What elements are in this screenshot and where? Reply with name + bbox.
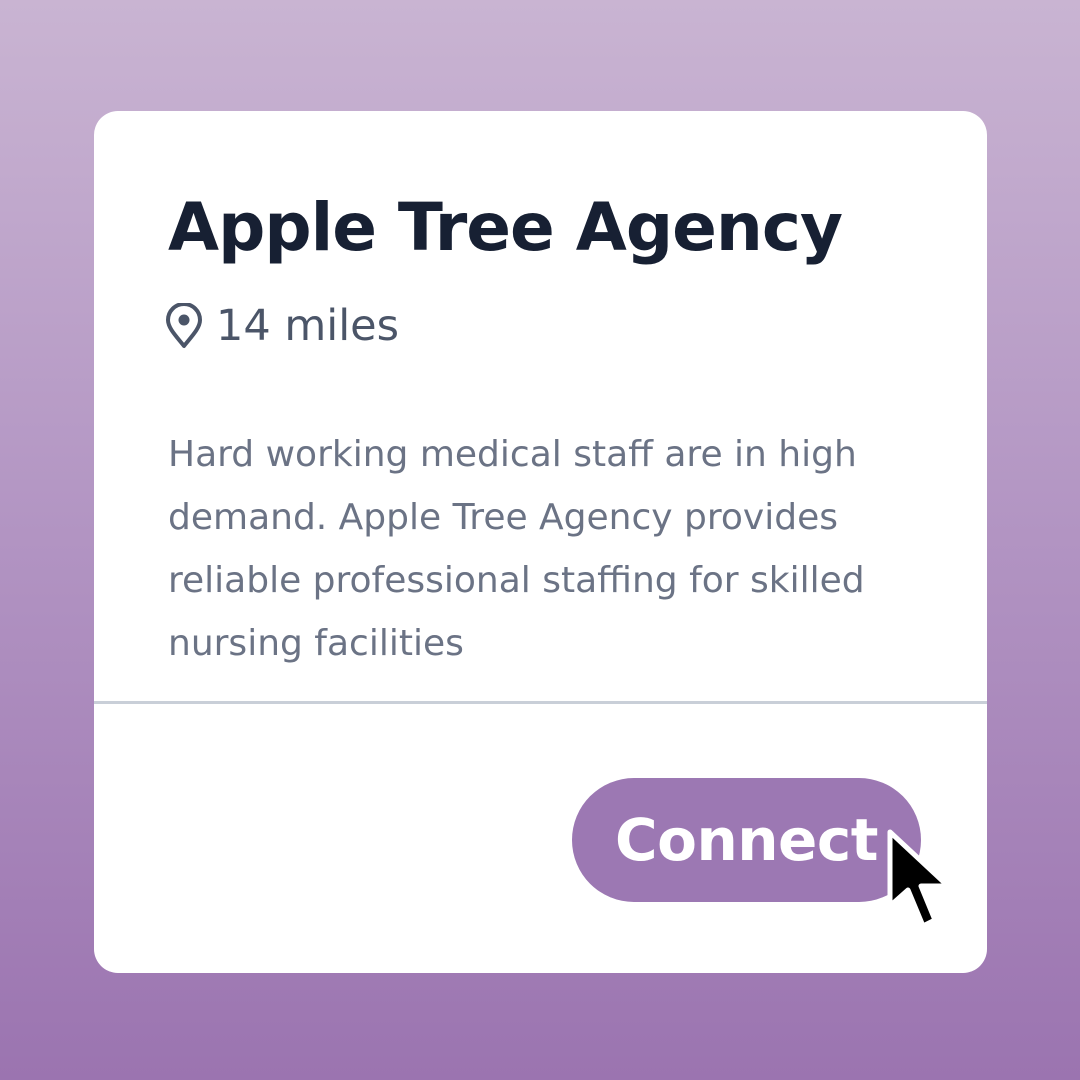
- agency-card: Apple Tree Agency 14 miles Hard working …: [94, 111, 987, 973]
- connect-button[interactable]: Connect: [572, 778, 921, 902]
- mouse-pointer-icon: [887, 829, 951, 929]
- map-pin-icon: [166, 303, 202, 348]
- distance-row: 14 miles: [164, 301, 399, 351]
- agency-title: Apple Tree Agency: [168, 189, 843, 266]
- card-divider: [94, 701, 987, 704]
- distance-label: 14 miles: [216, 301, 400, 351]
- agency-description: Hard working medical staff are in high d…: [168, 434, 865, 664]
